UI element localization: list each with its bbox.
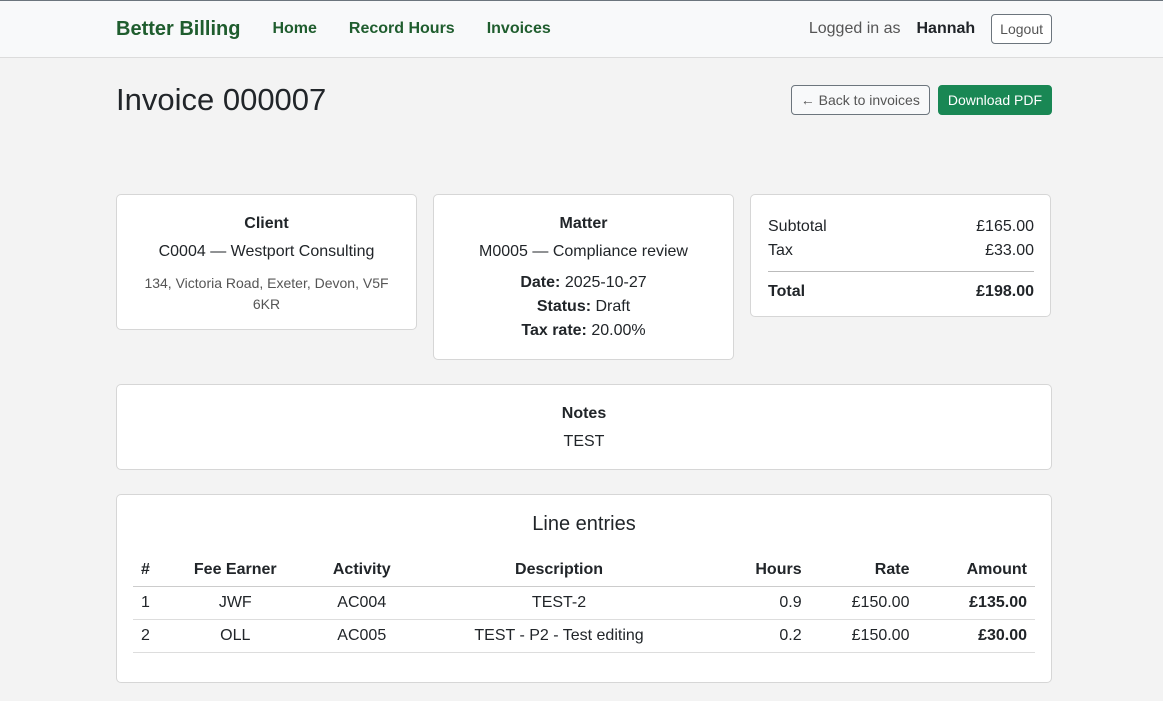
header-actions: ← Back to invoices Download PDF xyxy=(790,85,1052,115)
totals-card: Subtotal £165.00 Tax £33.00 Total £198.0… xyxy=(750,194,1051,317)
subtotal-value: £165.00 xyxy=(976,218,1034,235)
cell-number: 1 xyxy=(133,586,163,620)
table-row: 2 OLL AC005 TEST - P2 - Test editing 0.2… xyxy=(133,619,1035,653)
col-description: Description xyxy=(415,554,703,587)
logout-button[interactable]: Logout xyxy=(991,14,1052,44)
total-row: Total £198.00 xyxy=(768,280,1034,304)
totals-divider xyxy=(768,271,1034,272)
cell-rate: £150.00 xyxy=(809,586,918,620)
col-activity: Activity xyxy=(307,554,416,587)
cell-fee-earner: OLL xyxy=(162,619,308,653)
matter-heading: Matter xyxy=(559,215,608,232)
status-value: Draft xyxy=(595,298,631,315)
cell-rate: £150.00 xyxy=(809,619,918,653)
tax-rate-label: Tax rate: xyxy=(521,322,587,339)
table-row: 1 JWF AC004 TEST-2 0.9 £150.00 £135.00 xyxy=(133,586,1035,620)
brand-logo[interactable]: Better Billing xyxy=(116,18,240,41)
cell-activity: AC004 xyxy=(307,586,416,620)
notes-card: Notes TEST xyxy=(116,384,1052,470)
nav-home[interactable]: Home xyxy=(272,20,316,38)
col-number: # xyxy=(133,554,163,587)
client-address: 134, Victoria Road, Exeter, Devon, V5F 6… xyxy=(144,275,389,312)
tax-label: Tax xyxy=(768,242,793,259)
cell-amount: £30.00 xyxy=(917,619,1035,653)
page-title: Invoice 000007 xyxy=(116,82,327,117)
cell-number: 2 xyxy=(133,619,163,653)
matter-card: Matter M0005 — Compliance review Date: 2… xyxy=(433,194,734,360)
tax-row: Tax £33.00 xyxy=(768,239,1034,263)
user-name: Hannah xyxy=(916,20,976,37)
matter-date: Date: 2025-10-27 xyxy=(434,271,733,295)
col-fee-earner: Fee Earner xyxy=(162,554,308,587)
matter-tax-rate: Tax rate: 20.00% xyxy=(434,319,733,343)
total-label: Total xyxy=(768,283,806,300)
col-amount: Amount xyxy=(917,554,1035,587)
tax-rate-value: 20.00% xyxy=(591,322,646,339)
date-label: Date: xyxy=(520,274,561,291)
col-rate: Rate xyxy=(809,554,918,587)
cell-description: TEST - P2 - Test editing xyxy=(415,619,703,653)
nav-user-area: Logged in as Hannah Logout xyxy=(809,14,1052,44)
subtotal-label: Subtotal xyxy=(768,218,827,235)
cell-description: TEST-2 xyxy=(415,586,703,620)
notes-text: TEST xyxy=(563,433,605,450)
matter-status: Status: Draft xyxy=(434,295,733,319)
status-label: Status: xyxy=(536,298,592,315)
cell-fee-earner: JWF xyxy=(162,586,308,620)
back-to-invoices-button[interactable]: ← Back to invoices xyxy=(790,85,930,115)
cell-hours: 0.2 xyxy=(702,619,810,653)
subtotal-row: Subtotal £165.00 xyxy=(768,215,1034,239)
cell-activity: AC005 xyxy=(307,619,416,653)
total-value: £198.00 xyxy=(976,283,1034,300)
nav-record-hours[interactable]: Record Hours xyxy=(349,20,455,38)
date-value: 2025-10-27 xyxy=(564,274,647,291)
nav-invoices[interactable]: Invoices xyxy=(487,20,551,38)
client-name: C0004 — Westport Consulting xyxy=(158,243,375,260)
matter-name: M0005 — Compliance review xyxy=(479,243,688,260)
download-pdf-button[interactable]: Download PDF xyxy=(937,85,1052,115)
cell-hours: 0.9 xyxy=(702,586,810,620)
line-entries-card: Line entries # Fee Earner Activity Descr… xyxy=(116,494,1052,683)
client-card: Client C0004 — Westport Consulting 134, … xyxy=(116,194,417,330)
cell-amount: £135.00 xyxy=(917,586,1035,620)
table-header-row: # Fee Earner Activity Description Hours … xyxy=(133,554,1035,587)
client-heading: Client xyxy=(244,215,289,232)
line-entries-table: # Fee Earner Activity Description Hours … xyxy=(133,554,1035,653)
line-entries-heading: Line entries xyxy=(532,513,636,535)
top-navbar: Better Billing Home Record Hours Invoice… xyxy=(0,0,1163,58)
col-hours: Hours xyxy=(702,554,810,587)
page-header: Invoice 000007 ← Back to invoices Downlo… xyxy=(116,82,1052,118)
tax-value: £33.00 xyxy=(985,242,1034,259)
notes-heading: Notes xyxy=(561,405,607,422)
logged-in-label: Logged in as xyxy=(808,20,901,37)
